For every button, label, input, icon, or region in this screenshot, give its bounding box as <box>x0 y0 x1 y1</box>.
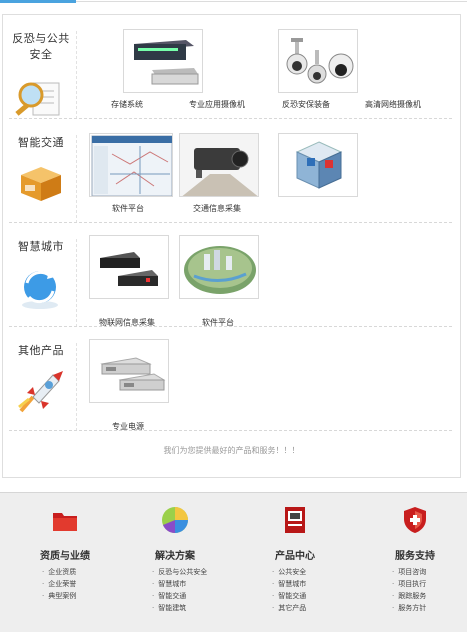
category-title: 反恐与公共安全 <box>12 32 70 61</box>
footer-column-qualifications: 资质与业绩 企业资质 企业荣誉 典型案例 <box>20 505 110 602</box>
section-anti-terror: 反恐与公共安全 存储系统 专业应用摄像机 反恐安保装备 高清网络摄像机 <box>3 15 460 119</box>
folder-icon <box>50 505 80 535</box>
top-divider <box>0 0 467 4</box>
product-dome-cameras[interactable] <box>278 29 358 93</box>
magnifier-document-icon <box>15 82 60 116</box>
product-image <box>179 133 259 197</box>
footer-heading[interactable]: 资质与业绩 <box>20 547 110 562</box>
product-image <box>89 133 173 197</box>
product-caption[interactable]: 反恐安保装备 <box>282 99 330 110</box>
footer-link[interactable]: 反恐与公共安全 <box>152 566 220 578</box>
package-box-icon <box>21 167 61 201</box>
product-image <box>278 133 358 197</box>
refresh-globe-icon <box>22 270 58 309</box>
footer-link[interactable]: 智慧城市 <box>272 578 340 590</box>
footer-link[interactable]: 智慧城市 <box>152 578 220 590</box>
slogan-text: 我们为您提供最好的产品和服务！！！ <box>163 446 300 455</box>
footer-link[interactable]: 智能交通 <box>272 590 340 602</box>
rocket-icon <box>18 371 63 413</box>
product-panel: 反恐与公共安全 存储系统 专业应用摄像机 反恐安保装备 高清网络摄像机 智能交通… <box>2 14 461 478</box>
product-traffic-collection[interactable] <box>179 133 259 197</box>
product-caption[interactable]: 软件平台 <box>112 203 144 214</box>
product-cube-blocks[interactable] <box>278 133 358 197</box>
shield-icon <box>400 505 430 535</box>
pie-chart-icon <box>160 505 190 535</box>
section-intelligent-traffic: 智能交通 软件平台 交通信息采集 <box>3 119 460 223</box>
footer-link[interactable]: 公共安全 <box>272 566 340 578</box>
product-book-icon <box>280 505 310 535</box>
footer-link[interactable]: 典型案例 <box>42 590 110 602</box>
footer-link[interactable]: 智能建筑 <box>152 602 220 614</box>
category-title: 智能交通 <box>18 136 64 149</box>
footer-heading[interactable]: 产品中心 <box>250 547 340 562</box>
product-image <box>89 235 169 299</box>
product-caption[interactable]: 交通信息采集 <box>193 203 241 214</box>
product-image <box>89 339 169 403</box>
section-smart-city: 智慧城市 物联网信息采集 软件平台 <box>3 223 460 327</box>
product-caption[interactable]: 高清网络摄像机 <box>365 99 421 110</box>
footer-link[interactable]: 企业荣誉 <box>42 578 110 590</box>
product-smart-city-platform[interactable] <box>179 235 259 299</box>
product-caption[interactable]: 存储系统 <box>111 99 143 110</box>
active-tab-indicator <box>0 0 76 3</box>
footer-heading[interactable]: 解决方案 <box>130 547 220 562</box>
footer-link[interactable]: 项目咨询 <box>392 566 460 578</box>
footer-link[interactable]: 智能交通 <box>152 590 220 602</box>
product-image <box>179 235 259 299</box>
footer-link[interactable]: 项目执行 <box>392 578 460 590</box>
product-iot-collection[interactable] <box>89 235 169 299</box>
category-title: 智慧城市 <box>18 240 64 253</box>
product-image <box>123 29 203 93</box>
product-software-platform[interactable] <box>89 133 173 197</box>
product-image <box>278 29 358 93</box>
category-title: 其他产品 <box>18 344 64 357</box>
footer-column-support: 服务支持 项目咨询 项目执行 跟踪服务 服务方针 <box>370 505 460 614</box>
footer-heading[interactable]: 服务支持 <box>370 547 460 562</box>
footer-link[interactable]: 跟踪服务 <box>392 590 460 602</box>
footer-column-solutions: 解决方案 反恐与公共安全 智慧城市 智能交通 智能建筑 <box>130 505 220 614</box>
footer-link[interactable]: 企业资质 <box>42 566 110 578</box>
section-other-products: 其他产品 专业电源 <box>3 327 460 431</box>
footer: 资质与业绩 企业资质 企业荣誉 典型案例 解决方案 反恐与公共安全 智慧城市 智… <box>0 492 467 632</box>
product-storage-system[interactable] <box>123 29 203 93</box>
product-power-supply[interactable] <box>89 339 169 403</box>
footer-column-products: 产品中心 公共安全 智慧城市 智能交通 其它产品 <box>250 505 340 614</box>
footer-link[interactable]: 其它产品 <box>272 602 340 614</box>
product-caption[interactable]: 专业应用摄像机 <box>189 99 245 110</box>
footer-link[interactable]: 服务方针 <box>392 602 460 614</box>
